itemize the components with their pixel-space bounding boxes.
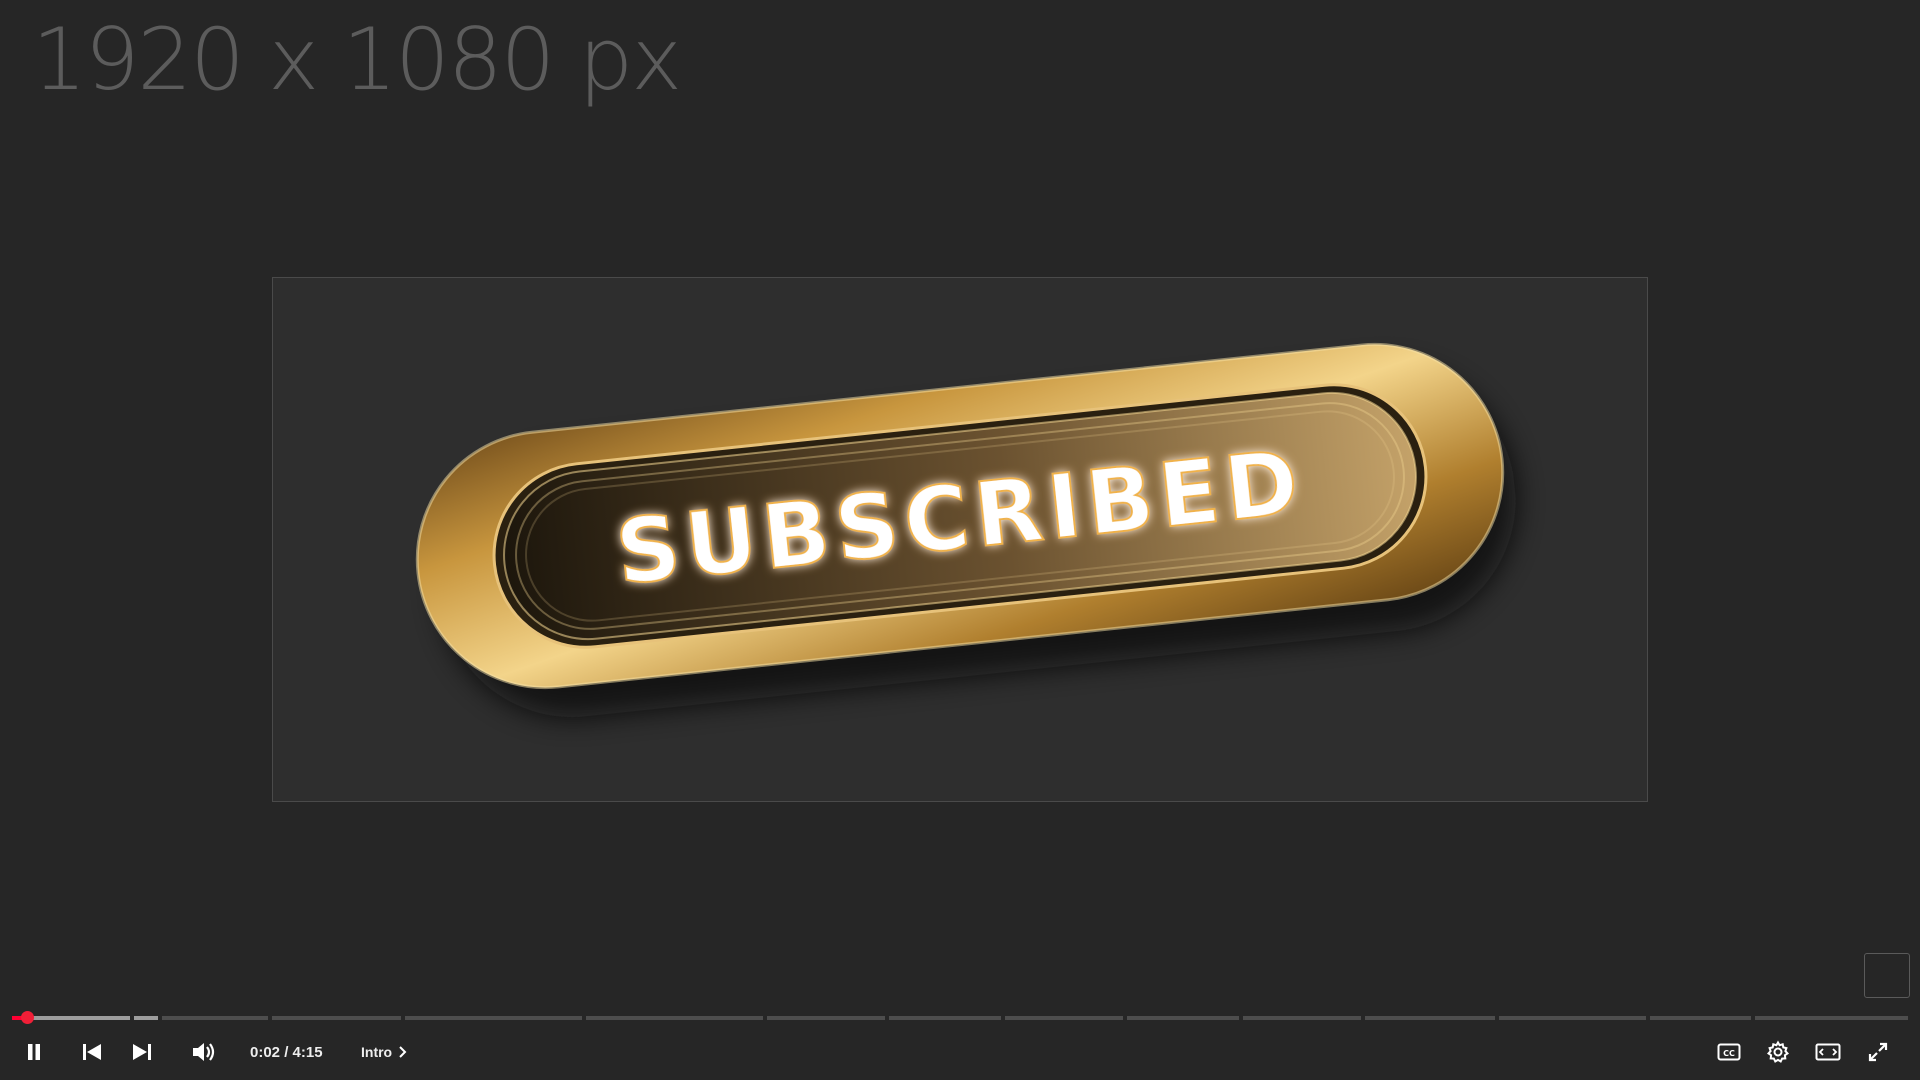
chevron-right-icon (399, 1046, 407, 1058)
pause-icon (28, 1044, 40, 1060)
progress-chapter-segment[interactable] (1498, 1016, 1647, 1020)
progress-chapter-segment[interactable] (161, 1016, 268, 1020)
svg-text:CC: CC (1723, 1049, 1735, 1058)
previous-icon (83, 1044, 101, 1060)
progress-chapter-segment[interactable] (889, 1016, 1002, 1020)
resolution-watermark: 1920 x 1080 px (32, 10, 682, 110)
progress-chapter-segment[interactable] (1127, 1016, 1240, 1020)
progress-chapter-segment[interactable] (1754, 1016, 1908, 1020)
progress-chapter-segment[interactable] (1365, 1016, 1495, 1020)
progress-chapter-segment[interactable] (1650, 1016, 1751, 1020)
progress-chapter-segment[interactable] (767, 1016, 886, 1020)
settings-button[interactable] (1758, 1030, 1798, 1074)
volume-icon (193, 1043, 215, 1061)
gear-icon (1766, 1040, 1790, 1063)
play-pause-button[interactable] (14, 1030, 54, 1074)
captions-icon: CC (1717, 1043, 1741, 1061)
progress-chapter-segment[interactable] (1005, 1016, 1124, 1020)
previous-button[interactable] (72, 1030, 112, 1074)
progress-chapter-segment[interactable] (405, 1016, 583, 1020)
video-frame[interactable]: SUBSCRIBED (272, 277, 1648, 802)
captions-button[interactable]: CC (1709, 1030, 1749, 1074)
subscribed-badge-graphic: SUBSCRIBED (415, 342, 1516, 717)
next-button[interactable] (122, 1030, 162, 1074)
fullscreen-button[interactable] (1858, 1030, 1898, 1074)
progress-chapter-segment[interactable] (133, 1016, 158, 1020)
theater-mode-icon (1815, 1043, 1841, 1061)
progress-bar[interactable] (12, 1011, 1908, 1024)
chapter-title: Intro (361, 1044, 393, 1060)
progress-chapter-segment[interactable] (1243, 1016, 1362, 1020)
theater-mode-button[interactable] (1808, 1030, 1848, 1074)
video-player[interactable]: 1920 x 1080 px SUBSCRIBED 0:02 / 4:15 In… (0, 0, 1920, 1080)
next-icon (133, 1044, 151, 1060)
volume-button[interactable] (184, 1030, 224, 1074)
time-display: 0:02 / 4:15 (250, 1043, 323, 1061)
player-controls: 0:02 / 4:15 Intro CC (0, 1030, 1920, 1074)
fullscreen-icon (1868, 1042, 1888, 1062)
chapter-title-button[interactable]: Intro (361, 1030, 408, 1074)
progress-scrubber[interactable] (20, 1011, 34, 1024)
overlay-placeholder-box (1864, 953, 1910, 998)
progress-chapter-segment[interactable] (586, 1016, 764, 1020)
progress-chapter-segment[interactable] (271, 1016, 402, 1020)
progress-buffered (133, 1016, 158, 1020)
